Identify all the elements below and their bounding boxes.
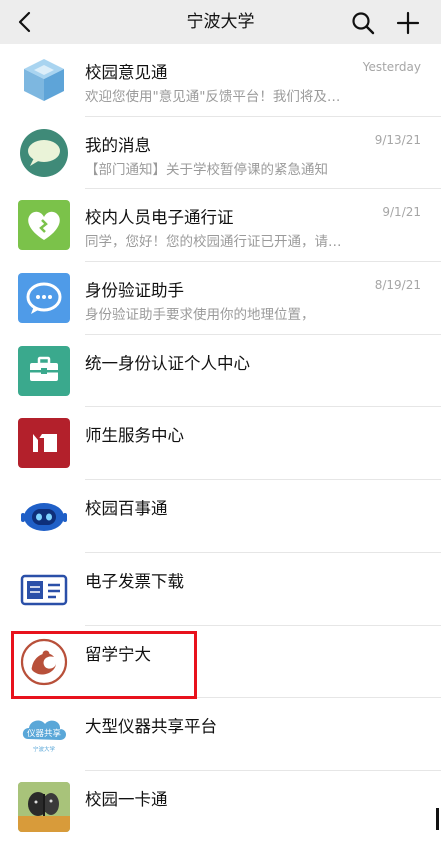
avatar (18, 55, 70, 105)
avatar (18, 563, 70, 614)
chat-preview: 身份验证助手要求使用你的地理位置， (85, 307, 315, 324)
chat-preview: 同学，您好！您的校园通行证已开通，请… (85, 234, 342, 251)
butterfly-photo-icon (18, 781, 70, 832)
chat-name: 身份验证助手 (85, 281, 184, 301)
chat-item-campus-card[interactable]: 校园一卡通 (0, 770, 441, 844)
service-logo-icon (33, 434, 57, 453)
robot-icon (21, 503, 67, 532)
chat-name: 校园一卡通 (85, 789, 168, 809)
avatar (18, 127, 70, 178)
chat-bubble-icon (26, 282, 62, 315)
chat-item-unified-identity[interactable]: 统一身份认证个人中心 (0, 334, 441, 408)
search-icon (352, 12, 375, 35)
chat-name: 电子发票下载 (85, 571, 184, 591)
swirl-logo-icon (20, 638, 68, 685)
chat-time: 9/1/21 (382, 205, 421, 220)
chat-item-campus-helper[interactable]: 校园百事通 (0, 480, 441, 553)
avatar (18, 273, 70, 324)
chat-item-instrument-sharing[interactable]: 仪器共享 宁波大学 大型仪器共享平台 (0, 698, 441, 771)
chat-name: 留学宁大 (85, 644, 151, 664)
chat-name: 校内人员电子通行证 (85, 208, 234, 228)
top-bar: 宁波大学 (0, 0, 441, 44)
ticket-icon (20, 574, 68, 606)
chat-item-invoice[interactable]: 电子发票下载 (0, 552, 441, 626)
chat-item-yijiantong[interactable]: 校园意见通 欢迎您使用"意见通"反馈平台！我们将及… Yesterday (0, 44, 441, 117)
chat-item-study-abroad[interactable]: 留学宁大 (0, 625, 441, 699)
speech-bubble-icon (20, 128, 68, 177)
cube-icon (24, 59, 64, 101)
avatar: 仪器共享 宁波大学 (18, 709, 70, 760)
search-button[interactable] (348, 8, 378, 38)
chat-name: 我的消息 (85, 135, 151, 155)
plus-icon (396, 11, 420, 35)
svg-text:宁波大学: 宁波大学 (33, 745, 56, 753)
chat-name: 校园意见通 (85, 63, 168, 82)
svg-text:仪器共享: 仪器共享 (27, 728, 62, 739)
chat-name: 校园百事通 (85, 499, 168, 519)
avatar (18, 636, 70, 687)
briefcase-icon (30, 356, 58, 381)
avatar (18, 345, 70, 396)
chat-preview: 【部门通知】关于学校暂停课的紧急通知 (85, 161, 328, 178)
avatar (18, 200, 70, 251)
chat-name: 统一身份认证个人中心 (85, 353, 250, 373)
chat-name: 大型仪器共享平台 (85, 717, 217, 737)
chat-time: 8/19/21 (374, 278, 421, 293)
chat-time: 9/13/21 (374, 132, 421, 147)
chat-item-my-messages[interactable]: 我的消息 【部门通知】关于学校暂停课的紧急通知 9/13/21 (0, 116, 441, 190)
cloud-logo-icon: 仪器共享 宁波大学 (22, 720, 67, 753)
chat-item-identity-assistant[interactable]: 身份验证助手 身份验证助手要求使用你的地理位置， 8/19/21 (0, 262, 441, 335)
chat-item-service-center[interactable]: 师生服务中心 (0, 407, 441, 481)
chat-name: 师生服务中心 (85, 426, 184, 446)
edge-mark (436, 808, 439, 830)
avatar (18, 781, 70, 832)
chat-time: Yesterday (362, 60, 421, 74)
chat-item-campus-pass[interactable]: 校内人员电子通行证 同学，您好！您的校园通行证已开通，请… 9/1/21 (0, 189, 441, 263)
chat-list: 校园意见通 欢迎您使用"意见通"反馈平台！我们将及… Yesterday 我的消… (0, 44, 441, 844)
chevron-left-icon (18, 11, 31, 33)
avatar (18, 491, 70, 542)
back-button[interactable] (10, 6, 40, 38)
heart-icon (28, 212, 60, 241)
add-button[interactable] (393, 8, 423, 38)
chat-preview: 欢迎您使用"意见通"反馈平台！我们将及… (85, 89, 341, 105)
avatar (18, 418, 70, 469)
